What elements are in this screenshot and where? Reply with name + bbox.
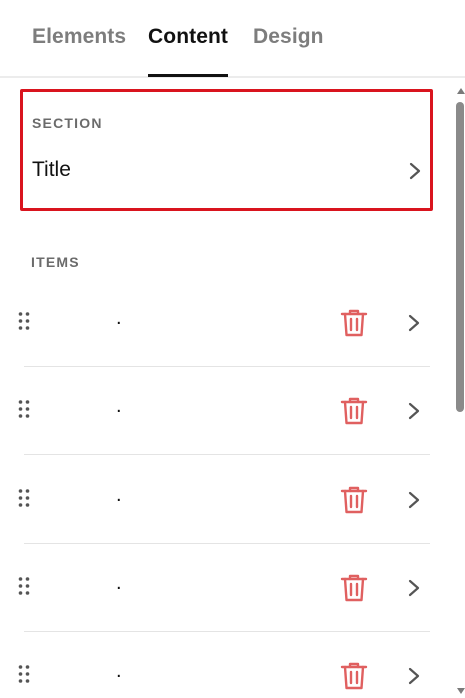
scrollbar-thumb[interactable] xyxy=(456,102,464,412)
divider xyxy=(24,454,430,455)
section-title-row[interactable]: Title xyxy=(23,150,430,190)
item-label: . xyxy=(116,484,122,506)
trash-icon[interactable] xyxy=(340,573,368,603)
content-panel: Elements Content Design SECTION Title IT… xyxy=(0,0,465,698)
chevron-right-icon[interactable] xyxy=(406,666,422,686)
tab-content[interactable]: Content xyxy=(148,25,229,77)
list-item[interactable]: . xyxy=(0,456,440,544)
scroll-up-arrow[interactable] xyxy=(457,88,465,94)
trash-icon[interactable] xyxy=(340,661,368,691)
chevron-right-icon[interactable] xyxy=(406,490,422,510)
drag-handle-icon[interactable] xyxy=(17,311,31,331)
list-item[interactable]: . xyxy=(0,632,440,698)
list-item[interactable]: . xyxy=(0,544,440,632)
drag-handle-icon[interactable] xyxy=(17,576,31,596)
chevron-right-icon[interactable] xyxy=(406,578,422,598)
drag-handle-icon[interactable] xyxy=(17,399,31,419)
chevron-right-icon[interactable] xyxy=(406,401,422,421)
section-group: SECTION Title xyxy=(20,89,433,211)
list-item[interactable]: . xyxy=(0,367,440,455)
section-heading: SECTION xyxy=(32,115,103,131)
chevron-right-icon xyxy=(407,161,423,181)
scrollbar[interactable] xyxy=(455,80,465,698)
trash-icon[interactable] xyxy=(340,308,368,338)
drag-handle-icon[interactable] xyxy=(17,488,31,508)
item-label: . xyxy=(116,395,122,417)
tab-elements[interactable]: Elements xyxy=(32,25,126,77)
trash-icon[interactable] xyxy=(340,396,368,426)
item-label: . xyxy=(116,572,122,594)
item-label: . xyxy=(116,660,122,682)
scroll-down-arrow[interactable] xyxy=(457,688,465,694)
list-item[interactable]: . xyxy=(0,279,440,367)
tab-bar: Elements Content Design xyxy=(0,0,465,78)
trash-icon[interactable] xyxy=(340,485,368,515)
items-heading: ITEMS xyxy=(31,254,80,270)
section-title: Title xyxy=(32,158,71,181)
tab-design[interactable]: Design xyxy=(253,25,324,77)
item-label: . xyxy=(116,307,122,329)
drag-handle-icon[interactable] xyxy=(17,664,31,684)
chevron-right-icon[interactable] xyxy=(406,313,422,333)
